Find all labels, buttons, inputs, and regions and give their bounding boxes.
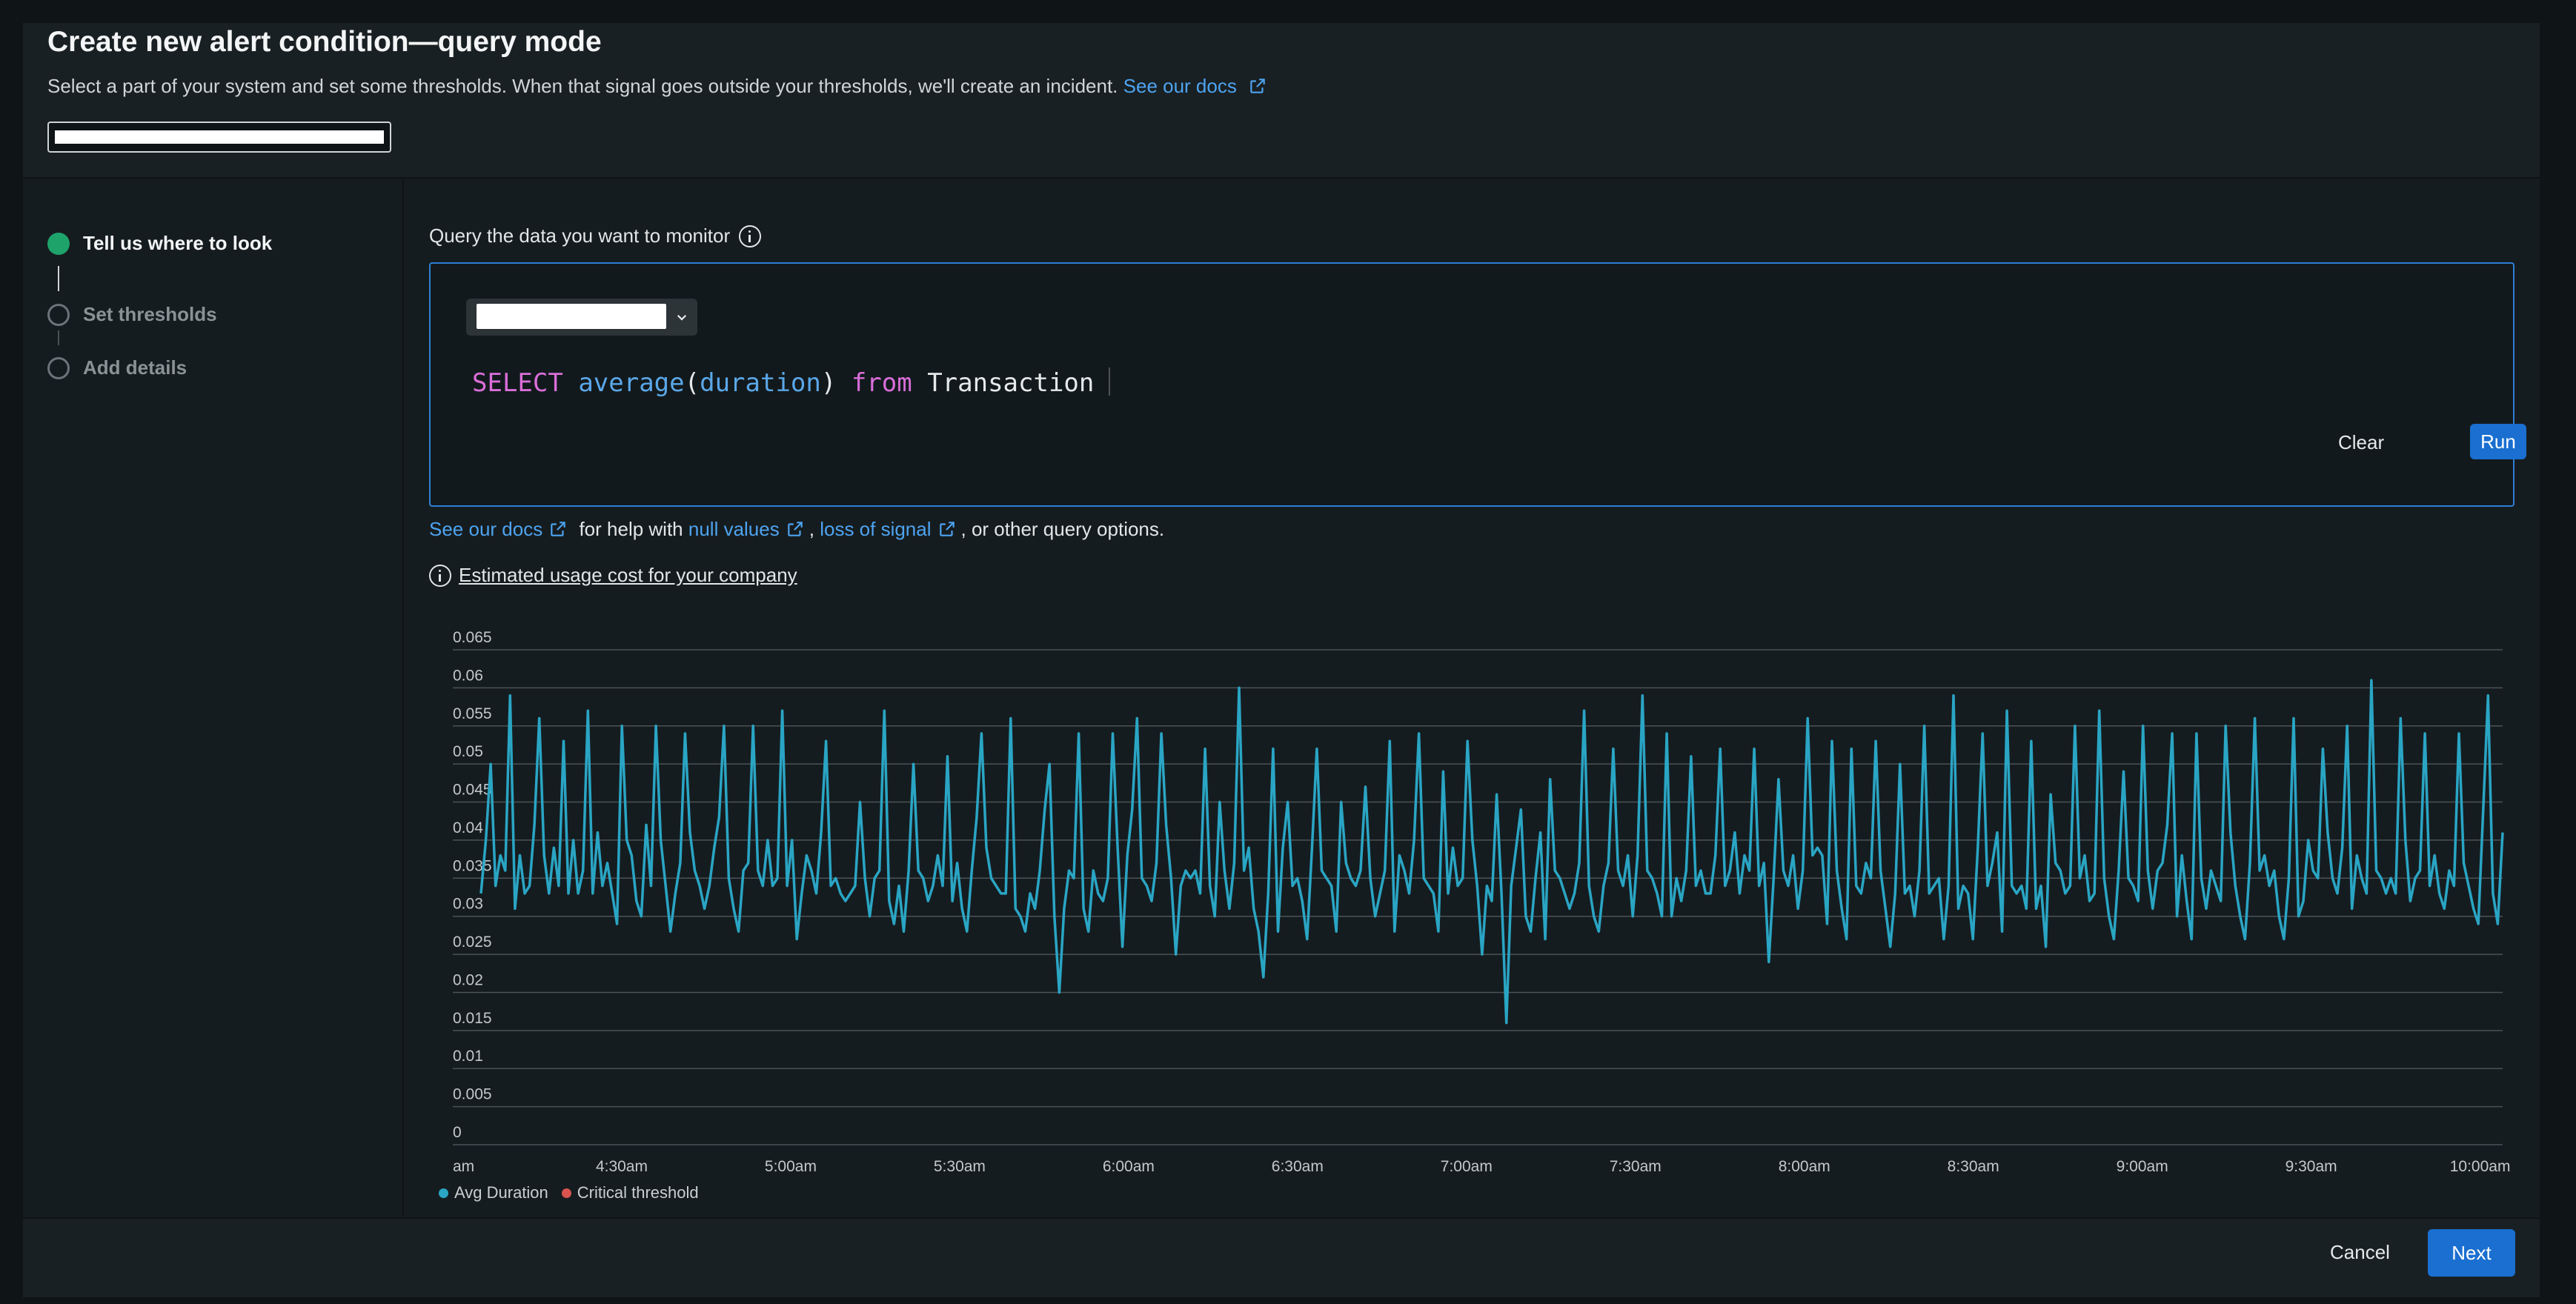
step-connector <box>58 330 59 345</box>
y-tick-label: 0.04 <box>453 819 483 836</box>
steps-sidebar: Tell us where to look Set thresholds Add… <box>23 179 404 1216</box>
step-label: Tell us where to look <box>83 232 273 254</box>
y-tick-label: 0.055 <box>453 705 492 722</box>
chevron-down-icon <box>677 314 687 321</box>
y-tick-label: 0.02 <box>453 971 483 988</box>
y-tick-label: 0.015 <box>453 1010 492 1027</box>
step-tell-us-where-to-look[interactable]: Tell us where to look <box>47 232 272 255</box>
external-link-icon <box>1250 79 1265 93</box>
subtitle-text: Select a part of your system and set som… <box>47 75 1118 97</box>
text-cursor <box>1109 367 1111 396</box>
step-complete-icon <box>47 232 70 255</box>
x-tick-label: 7:00am <box>1441 1158 1493 1171</box>
loss-of-signal-link[interactable]: loss of signal <box>820 518 931 540</box>
x-tick-label: 8:30am <box>1948 1158 1999 1171</box>
legend-swatch <box>439 1188 448 1198</box>
step-label: Add details <box>83 356 187 379</box>
step-label: Set thresholds <box>83 303 217 325</box>
y-tick-label: 0.03 <box>453 896 483 913</box>
step-set-thresholds[interactable]: Set thresholds <box>47 303 217 326</box>
usage-estimate[interactable]: Estimated usage cost for your company <box>429 564 797 587</box>
attribute-name: duration <box>700 368 821 398</box>
x-tick-label: 10:00am <box>2450 1158 2511 1171</box>
help-docs-link[interactable]: See our docs <box>429 518 542 540</box>
function-name: average <box>578 368 685 398</box>
account-selector[interactable] <box>466 299 697 336</box>
x-tick-label: 6:30am <box>1272 1158 1324 1171</box>
help-tail: , or other query options. <box>960 518 1165 540</box>
x-tick-label: 5:30am <box>934 1158 986 1171</box>
page-subtitle: Select a part of your system and set som… <box>47 75 1267 98</box>
help-text-mid: for help with <box>579 518 683 540</box>
step-pending-icon <box>47 356 70 379</box>
external-link-icon <box>939 522 955 536</box>
y-tick-label: 0.035 <box>453 857 492 874</box>
condition-name-field[interactable] <box>47 122 391 153</box>
x-tick-label: 9:30am <box>2285 1158 2337 1171</box>
query-label-text: Query the data you want to monitor <box>429 224 731 247</box>
y-tick-label: 0.06 <box>453 667 483 684</box>
keyword-from: from <box>851 368 912 398</box>
paren-open: ( <box>684 368 700 398</box>
modal-footer: Cancel Next <box>23 1217 2540 1297</box>
external-link-icon <box>787 522 803 536</box>
query-help-text: See our docs for help with null values , … <box>429 518 1164 541</box>
x-tick-label: am <box>453 1158 474 1171</box>
alert-condition-modal: Create new alert condition—query mode Se… <box>23 23 2540 1297</box>
y-tick-label: 0.065 <box>453 629 492 646</box>
query-result-chart: 0 0.005 0.01 0.015 0.02 0.025 0.03 0.035 0.04 0.0… <box>453 629 2511 1171</box>
external-link-icon <box>551 522 565 536</box>
chart-legend: Avg Duration Critical threshold <box>439 1183 712 1202</box>
query-label: Query the data you want to monitor <box>429 224 762 247</box>
nrql-editor[interactable]: SELECT average(duration) from Transactio… <box>429 262 2526 507</box>
event-type: Transaction <box>927 368 1095 398</box>
x-tick-label: 9:00am <box>2117 1158 2168 1171</box>
help-comma: , <box>809 518 814 540</box>
legend-item-avg-duration[interactable]: Avg Duration <box>439 1183 548 1202</box>
x-tick-label: 8:00am <box>1779 1158 1830 1171</box>
docs-link[interactable]: See our docs <box>1123 75 1237 97</box>
paren-close: ) <box>820 368 837 398</box>
redacted-account <box>477 304 666 329</box>
y-tick-label: 0.005 <box>453 1086 492 1103</box>
run-button[interactable]: Run <box>2470 424 2526 459</box>
next-button[interactable]: Next <box>2428 1229 2515 1277</box>
legend-label: Avg Duration <box>454 1183 548 1202</box>
step-pending-icon <box>47 303 70 326</box>
info-icon <box>429 564 451 587</box>
x-tick-label: 7:30am <box>1610 1158 1662 1171</box>
cancel-button[interactable]: Cancel <box>2330 1241 2390 1264</box>
clear-button[interactable]: Clear <box>2338 431 2384 454</box>
series-line-avg-duration <box>479 679 2504 1025</box>
step-add-details[interactable]: Add details <box>47 356 187 379</box>
y-tick-label: 0.025 <box>453 934 492 951</box>
legend-swatch <box>561 1188 571 1198</box>
usage-estimate-link[interactable]: Estimated usage cost for your company <box>459 564 797 587</box>
y-tick-label: 0.045 <box>453 782 492 799</box>
y-tick-label: 0 <box>453 1124 462 1141</box>
modal-header: Create new alert condition—query mode Se… <box>23 23 2540 179</box>
null-values-link[interactable]: null values <box>688 518 780 540</box>
x-tick-label: 6:00am <box>1103 1158 1155 1171</box>
x-tick-label: 5:00am <box>765 1158 817 1171</box>
keyword-select: SELECT <box>472 368 563 398</box>
query-text[interactable]: SELECT average(duration) from Transactio… <box>472 367 1111 398</box>
legend-label: Critical threshold <box>577 1183 699 1202</box>
info-icon[interactable] <box>739 224 762 247</box>
query-panel: Query the data you want to monitor SELEC… <box>405 179 2540 1216</box>
x-tick-label: 4:30am <box>596 1158 648 1171</box>
step-connector <box>58 266 59 291</box>
legend-item-critical-threshold[interactable]: Critical threshold <box>561 1183 699 1202</box>
page-title: Create new alert condition—query mode <box>47 26 602 58</box>
y-tick-label: 0.01 <box>453 1048 483 1065</box>
redacted-name <box>55 130 384 144</box>
y-tick-label: 0.05 <box>453 743 483 760</box>
